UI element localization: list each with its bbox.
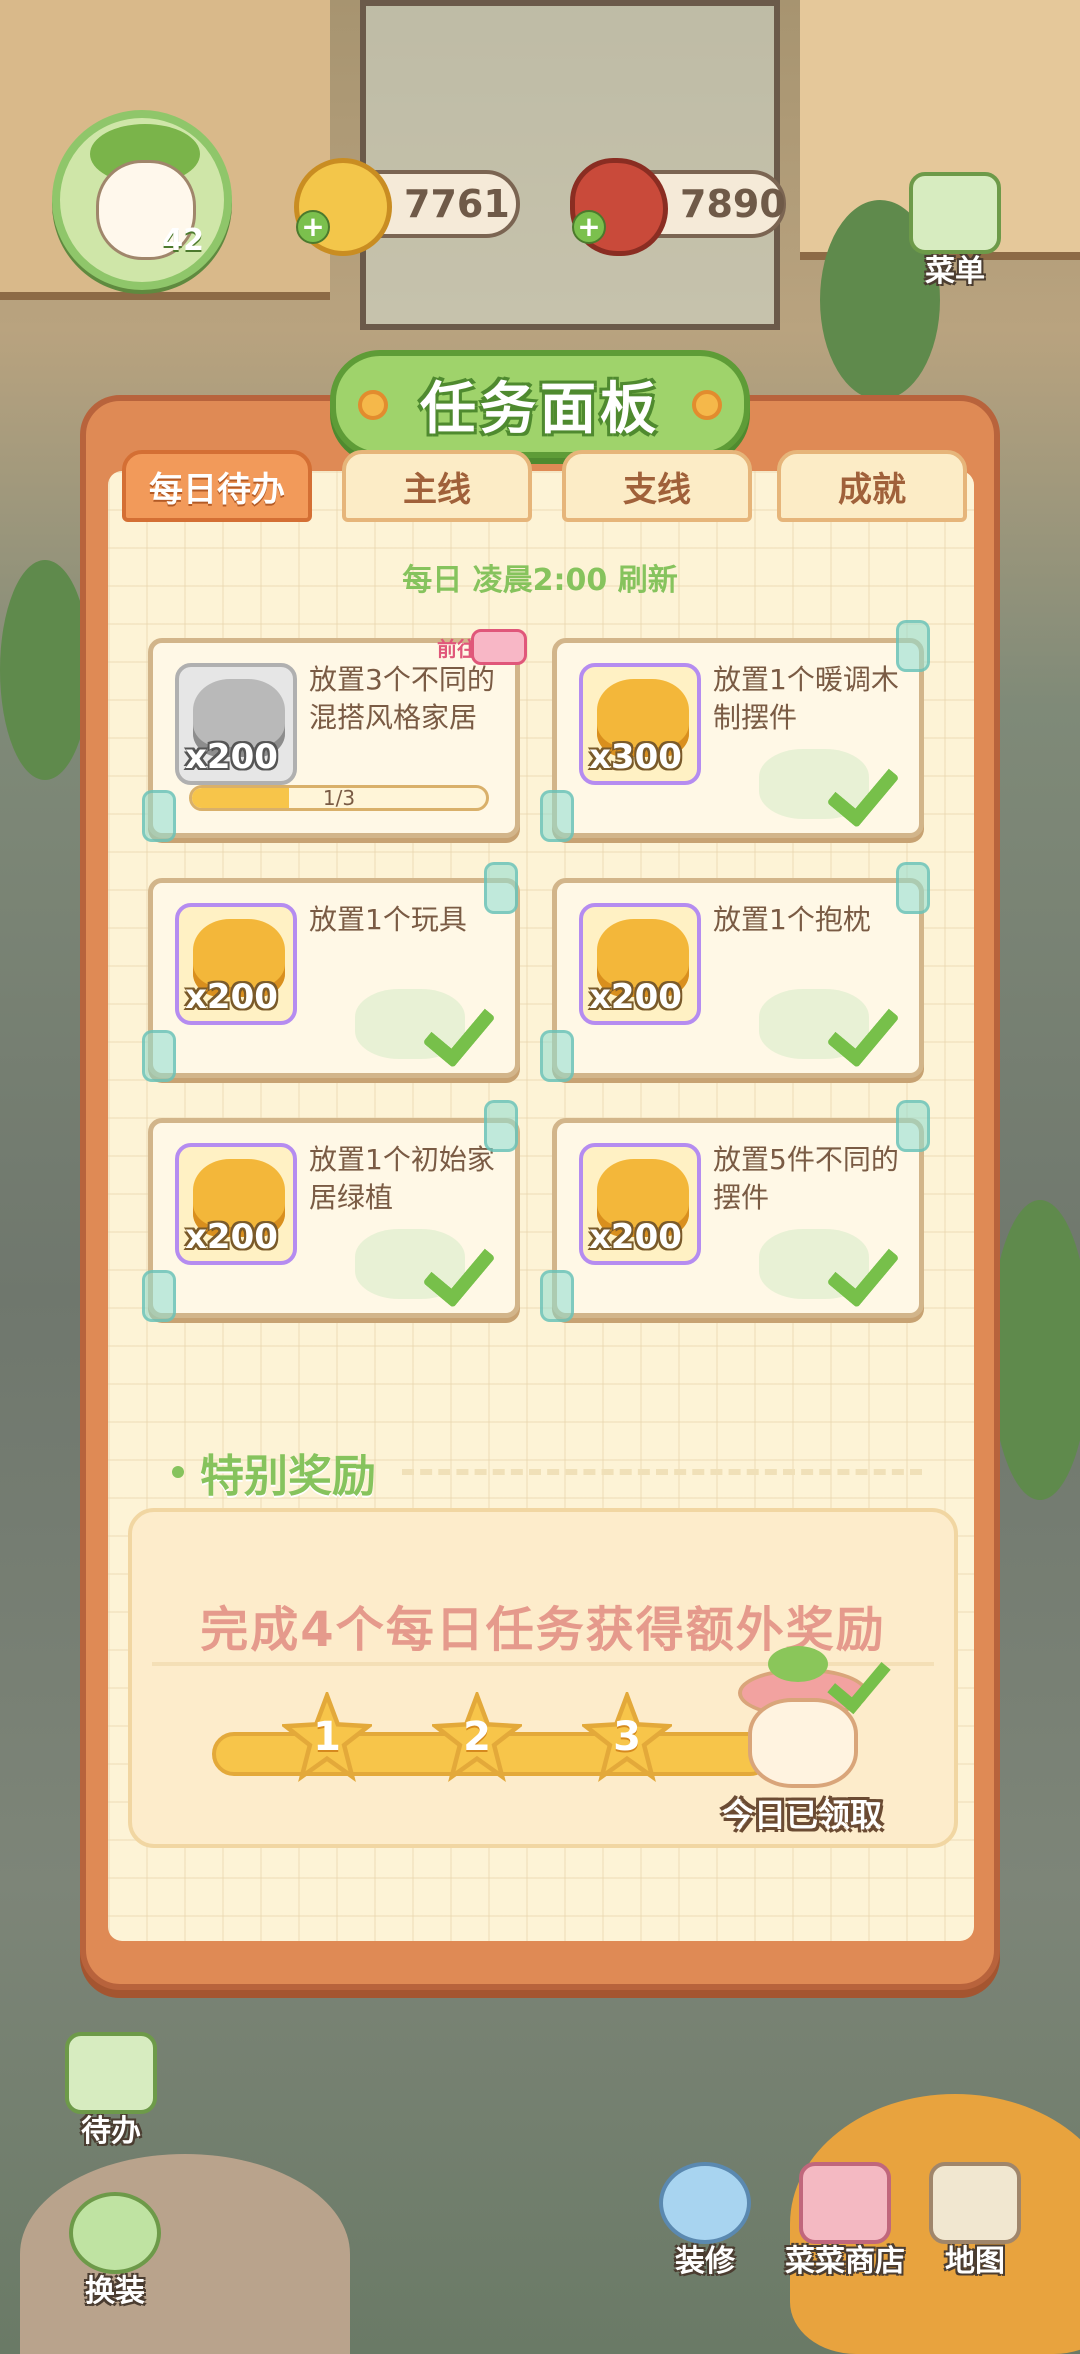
panel-tabs: 每日待办 主线 支线 成就	[122, 450, 967, 522]
task-card[interactable]: x300 放置1个暖调木制摆件	[552, 638, 924, 838]
menu-button[interactable]: 菜单	[900, 170, 1010, 290]
clip-decoration	[540, 1270, 574, 1322]
dressup-button[interactable]: 换装	[60, 2190, 170, 2310]
clip-decoration	[896, 620, 930, 672]
reward-amount: x300	[589, 737, 682, 777]
task-card[interactable]: x200 放置1个玩具	[148, 878, 520, 1078]
coin-value: 7761	[404, 182, 510, 226]
meat-counter[interactable]: 7890 +	[570, 158, 786, 256]
clip-decoration	[896, 862, 930, 914]
task-description: 放置5件不同的摆件	[713, 1143, 899, 1214]
reward-icon: x200	[175, 1143, 297, 1265]
task-card[interactable]: x200 放置1个抱枕	[552, 878, 924, 1078]
task-description: 放置3个不同的混搭风格家居	[309, 663, 495, 734]
refresh-notice: 每日 凌晨2:00 刷新	[402, 563, 678, 598]
milestone-number: 2	[463, 1714, 491, 1760]
task-description: 放置1个玩具	[309, 903, 467, 936]
clip-decoration	[540, 1030, 574, 1082]
tab-main[interactable]: 主线	[342, 450, 532, 522]
leaf-icon	[768, 1646, 828, 1682]
add-meat-button[interactable]: +	[572, 210, 606, 244]
divider	[402, 1469, 922, 1475]
reward-amount: x200	[589, 977, 682, 1017]
task-description: 放置1个抱枕	[713, 903, 871, 936]
check-icon	[425, 1231, 505, 1301]
clip-decoration	[484, 1100, 518, 1152]
special-reward-header: 特别奖励	[172, 1440, 922, 1504]
map-button[interactable]: 地图	[920, 2160, 1030, 2280]
bullet-icon	[172, 1466, 184, 1478]
shop-icon	[799, 2162, 891, 2244]
shop-button[interactable]: 菜菜商店	[770, 2160, 920, 2280]
task-card[interactable]: x200 放置1个初始家居绿植	[148, 1118, 520, 1318]
progress-text: 1/3	[322, 786, 356, 810]
clip-decoration	[540, 790, 574, 842]
clip-decoration	[142, 1030, 176, 1082]
todo-button[interactable]: 待办	[56, 2030, 166, 2150]
milestone-star: 3	[582, 1692, 672, 1782]
coin-counter[interactable]: 7761 +	[294, 158, 520, 256]
check-icon	[829, 1231, 909, 1301]
special-reward-box: 完成4个每日任务获得额外奖励 1 2 3 今日已领取	[128, 1508, 958, 1848]
task-description: 放置1个初始家居绿植	[309, 1143, 495, 1214]
reward-amount: x200	[185, 1217, 278, 1257]
goto-arrow-icon[interactable]	[471, 629, 527, 665]
milestone-number: 1	[313, 1714, 341, 1760]
task-description: 放置1个暖调木制摆件	[713, 663, 899, 734]
milestone-star: 1	[282, 1692, 372, 1782]
decorate-icon	[659, 2162, 751, 2244]
task-progress-bar: 1/3	[189, 785, 489, 811]
add-coins-button[interactable]: +	[296, 210, 330, 244]
claimed-label: 今日已领取	[722, 1796, 883, 1834]
check-icon	[829, 991, 909, 1061]
special-reward-title: 特别奖励	[200, 1451, 376, 1502]
reward-icon: x200	[579, 1143, 701, 1265]
reward-amount: x200	[589, 1217, 682, 1257]
panel-title: 任务面板	[420, 376, 660, 442]
reward-amount: x200	[185, 737, 278, 777]
meat-value: 7890	[680, 182, 786, 226]
map-icon	[929, 2162, 1021, 2244]
clip-decoration	[484, 862, 518, 914]
clip-decoration	[896, 1100, 930, 1152]
player-avatar[interactable]: 42	[52, 110, 232, 290]
menu-icon	[909, 172, 1001, 254]
tab-achievements[interactable]: 成就	[777, 450, 967, 522]
clip-decoration	[142, 790, 176, 842]
reward-icon: x200	[175, 663, 297, 785]
tree	[990, 1200, 1080, 1500]
tab-daily[interactable]: 每日待办	[122, 450, 312, 522]
clip-decoration	[142, 1270, 176, 1322]
reward-icon: x200	[579, 903, 701, 1025]
decor-dot	[358, 390, 388, 420]
player-level: 42	[162, 223, 204, 258]
tab-side[interactable]: 支线	[562, 450, 752, 522]
milestone-star: 2	[432, 1692, 522, 1782]
task-card[interactable]: x200 放置5件不同的摆件	[552, 1118, 924, 1318]
greenhouse	[360, 0, 780, 330]
check-icon	[822, 1648, 892, 1718]
todo-icon	[65, 2032, 157, 2114]
reward-icon: x300	[579, 663, 701, 785]
reward-icon: x200	[175, 903, 297, 1025]
check-icon	[829, 751, 909, 821]
decorate-button[interactable]: 装修	[650, 2160, 760, 2280]
reward-amount: x200	[185, 977, 278, 1017]
milestone-number: 3	[613, 1714, 641, 1760]
panel-title-plate: 任务面板	[330, 350, 750, 458]
decor-dot	[692, 390, 722, 420]
dressup-icon	[69, 2192, 161, 2274]
check-icon	[425, 991, 505, 1061]
task-card[interactable]: x200 放置3个不同的混搭风格家居 前往: 1/3	[148, 629, 527, 838]
